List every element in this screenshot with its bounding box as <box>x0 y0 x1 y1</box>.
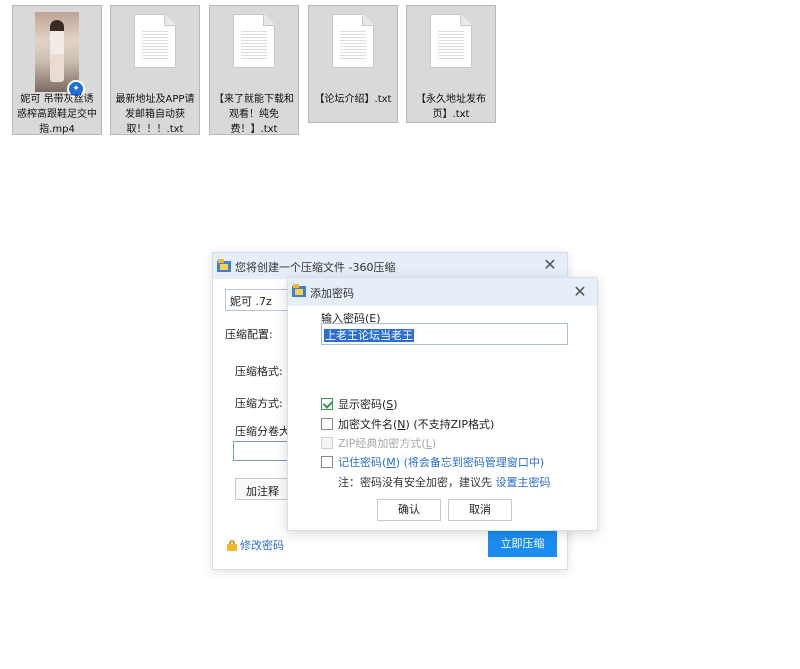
file-name: 【论坛介绍】.txt <box>314 94 392 105</box>
dialog-title: 您将创建一个压缩文件 -360压缩 <box>235 261 396 274</box>
password-input[interactable]: 上老王论坛当老王 <box>321 323 568 345</box>
option-label: ZIP经典加密方式(L) <box>338 437 437 450</box>
show-password-option[interactable]: 显示密码(S) <box>321 396 398 412</box>
file-name: 【永久地址发布页】.txt <box>416 94 486 120</box>
dialog-title: 添加密码 <box>310 287 354 300</box>
close-icon[interactable]: ✕ <box>571 282 589 301</box>
encrypt-filenames-checkbox[interactable] <box>321 418 333 430</box>
dialog-titlebar[interactable]: 您将创建一个压缩文件 -360压缩 ✕ <box>213 253 567 279</box>
option-label: 加密文件名(N) (不支持ZIP格式) <box>338 418 495 431</box>
file-video-mp4[interactable]: ✦ 妮可 吊带灰丝诱惑榨高跟鞋足交中指.mp4 <box>12 5 102 135</box>
security-note: 注：密码没有安全加密，建议先 设置主密码 <box>338 476 551 489</box>
format-label: 压缩格式: <box>235 365 283 378</box>
lock-icon <box>227 539 237 551</box>
confirm-button[interactable]: 确认 <box>377 499 441 521</box>
volume-size-input[interactable] <box>233 441 293 461</box>
option-label: 记住密码(M) (将会备忘到密码管理窗口中) <box>338 456 545 469</box>
change-password-text: 修改密码 <box>240 539 284 552</box>
file-txt-3[interactable]: 【论坛介绍】.txt <box>308 5 398 123</box>
text-file-icon <box>430 14 472 68</box>
text-file-icon <box>134 14 176 68</box>
add-password-dialog: 添加密码 ✕ 输入密码(E) 上老王论坛当老王 显示密码(S) 加密文件名(N)… <box>287 277 598 531</box>
app-icon <box>292 284 306 297</box>
text-file-icon <box>332 14 374 68</box>
password-value: 上老王论坛当老王 <box>324 329 414 342</box>
change-password-link[interactable]: 修改密码 <box>227 537 284 553</box>
file-name: 【来了就能下载和观看！纯免费！】.txt <box>214 94 294 135</box>
show-password-checkbox[interactable] <box>321 398 333 410</box>
method-label: 压缩方式: <box>235 397 283 410</box>
remember-password-checkbox[interactable] <box>321 456 333 468</box>
file-txt-1[interactable]: 最新地址及APP请发邮箱自动获取！！！.txt <box>110 5 200 135</box>
close-icon[interactable]: ✕ <box>541 255 559 274</box>
archive-name-input[interactable]: 妮可 .7z <box>225 289 289 311</box>
compress-now-button[interactable]: 立即压缩 <box>488 530 557 557</box>
dialog-titlebar[interactable]: 添加密码 ✕ <box>288 278 597 306</box>
remember-password-option[interactable]: 记住密码(M) (将会备忘到密码管理窗口中) <box>321 454 544 470</box>
zip-classic-option: ZIP经典加密方式(L) <box>321 435 436 451</box>
set-master-password-link[interactable]: 设置主密码 <box>496 476 551 489</box>
volume-label: 压缩分卷大 <box>235 425 290 438</box>
cancel-button[interactable]: 取消 <box>448 499 512 521</box>
encrypt-filenames-option[interactable]: 加密文件名(N) (不支持ZIP格式) <box>321 416 494 432</box>
app-icon <box>217 259 231 272</box>
file-txt-2[interactable]: 【来了就能下载和观看！纯免费！】.txt <box>209 5 299 135</box>
text-file-icon <box>233 14 275 68</box>
file-name: 最新地址及APP请发邮箱自动获取！！！.txt <box>115 94 195 135</box>
video-thumbnail: ✦ <box>35 12 85 98</box>
file-txt-4[interactable]: 【永久地址发布页】.txt <box>406 5 496 123</box>
file-name: 妮可 吊带灰丝诱惑榨高跟鞋足交中指.mp4 <box>17 94 97 135</box>
zip-classic-checkbox <box>321 437 333 449</box>
option-label: 显示密码(S) <box>338 398 398 411</box>
config-label: 压缩配置: <box>225 328 273 341</box>
